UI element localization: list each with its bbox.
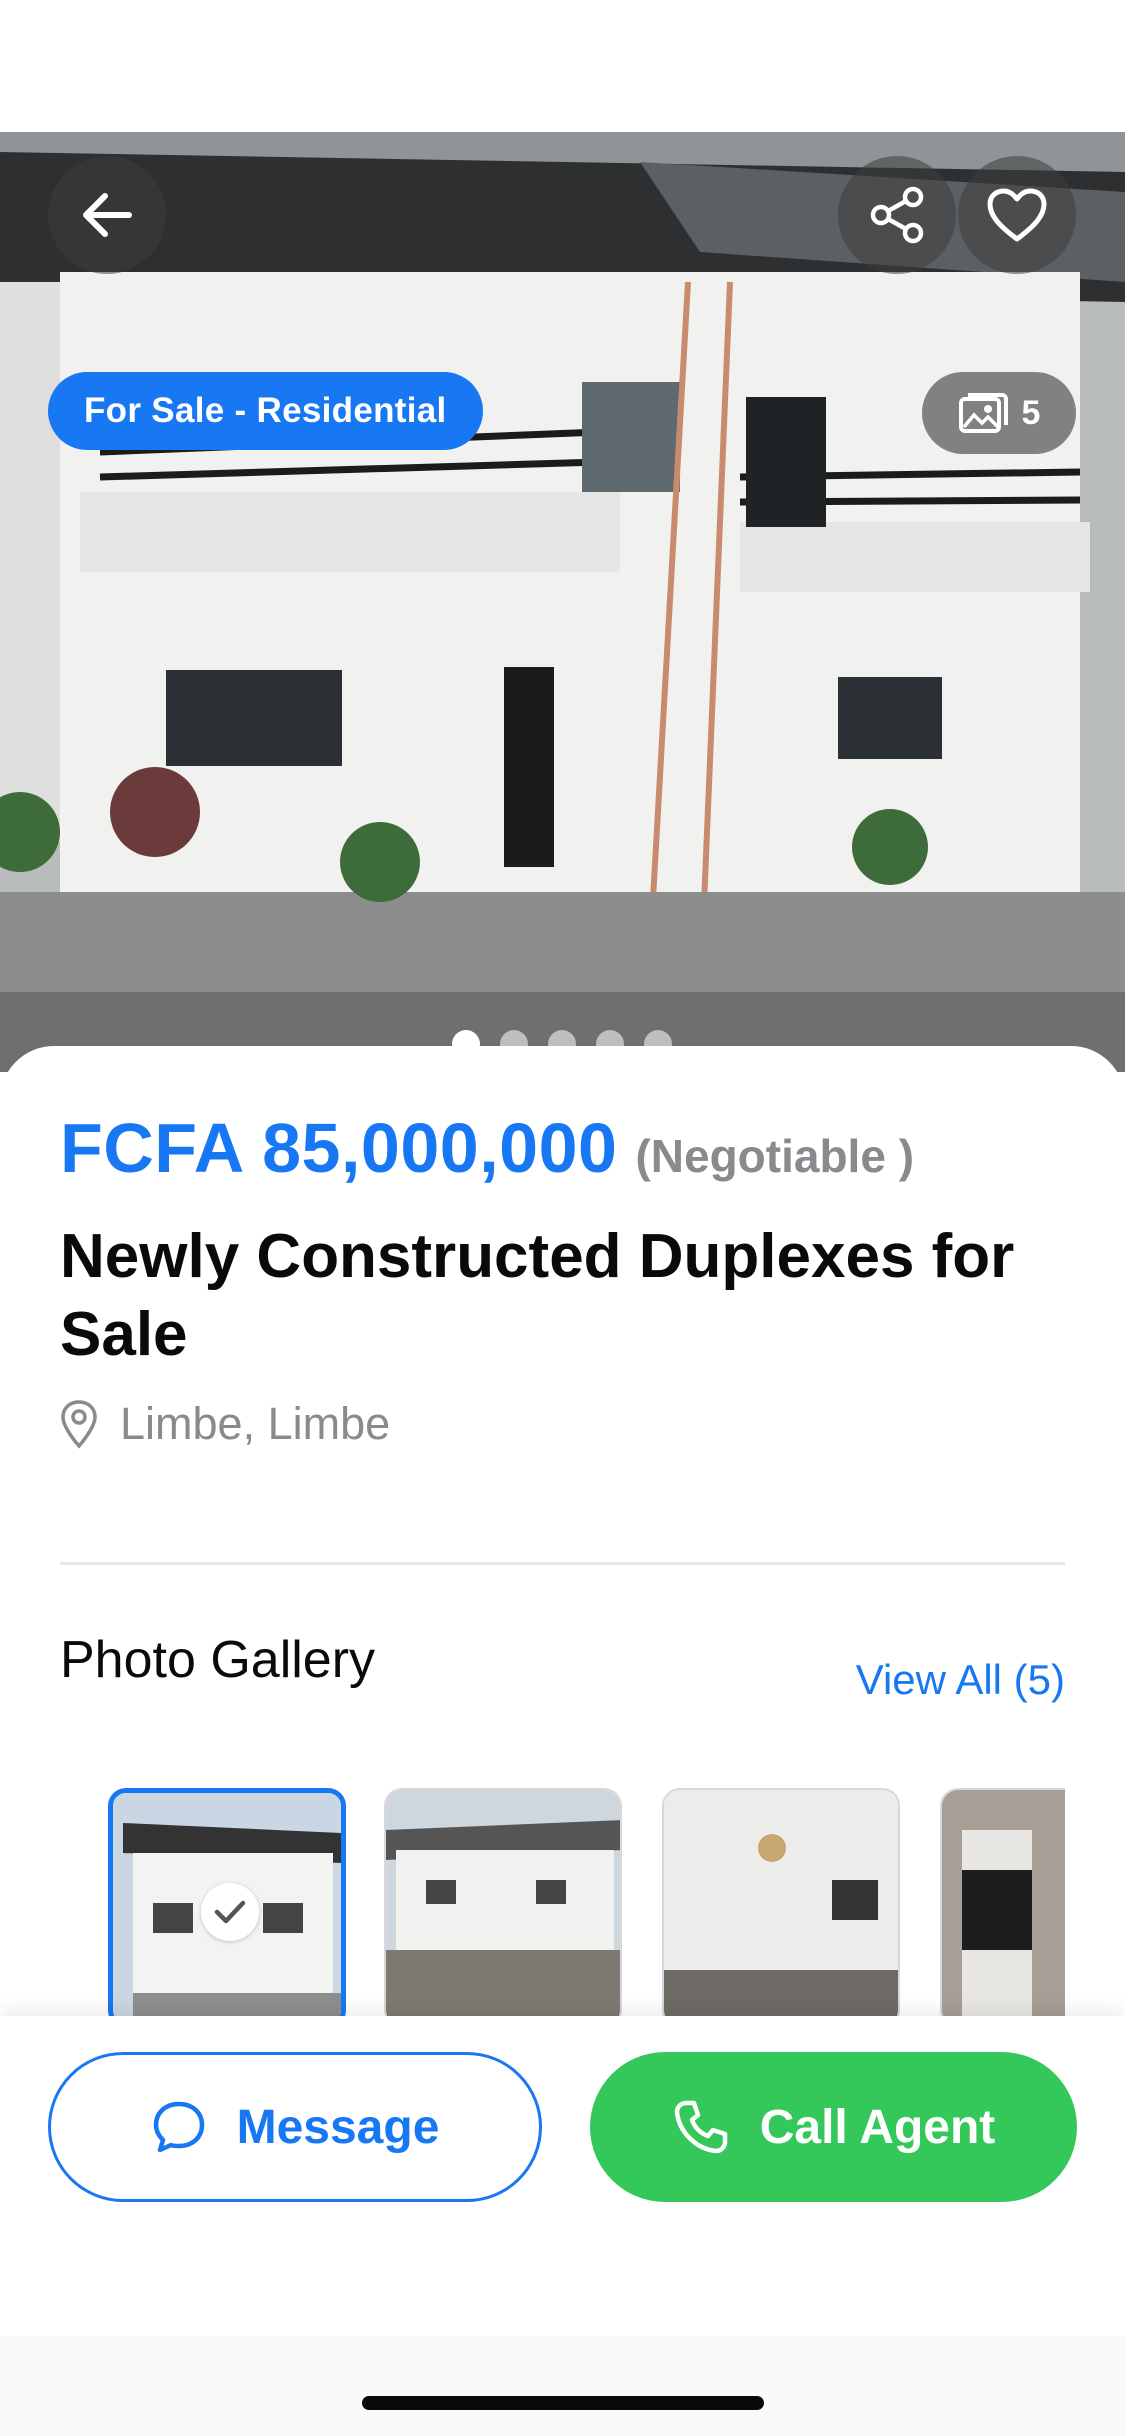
gallery-thumbnail[interactable] — [384, 1788, 622, 2016]
back-button[interactable] — [48, 156, 166, 274]
selected-check — [201, 1883, 259, 1941]
call-agent-button[interactable]: Call Agent — [590, 2052, 1077, 2202]
share-button[interactable] — [838, 156, 956, 274]
call-agent-label: Call Agent — [759, 2100, 996, 2154]
listing-title: Newly Constructed Duplexes for Sale — [60, 1222, 1015, 1369]
phone-icon — [674, 2100, 727, 2154]
thumbnail-image — [386, 1790, 620, 2016]
share-icon — [870, 186, 924, 244]
message-button-label: Message — [236, 2100, 440, 2154]
home-indicator-area — [0, 2336, 1125, 2436]
location-pin-icon — [61, 1400, 97, 1449]
listing-type-badge: For Sale - Residential — [48, 372, 483, 450]
arrow-left-icon — [83, 193, 132, 237]
thumbnail-image — [664, 1790, 898, 2016]
heart-icon — [987, 188, 1047, 242]
thumbnail-image — [942, 1790, 1065, 2016]
home-indicator[interactable] — [362, 2396, 764, 2410]
listing-price: FCFA 85,000,000 — [60, 1109, 618, 1187]
checkmark-icon — [214, 1900, 246, 1924]
price-row: FCFA 85,000,000 (Negotiable ) — [60, 1108, 914, 1188]
message-button[interactable]: Message — [48, 2052, 542, 2202]
photo-gallery-strip[interactable] — [108, 1788, 1065, 2016]
hero-photo[interactable] — [0, 132, 1125, 1072]
gallery-thumbnail[interactable] — [662, 1788, 900, 2016]
chat-bubble-icon — [153, 2101, 204, 2153]
hero-house-illustration — [0, 132, 1125, 1072]
location-text: Limbe, Limbe — [120, 1398, 391, 1449]
photo-count-label: 5 — [1021, 393, 1041, 432]
status-bar — [0, 0, 1125, 132]
listing-location: Limbe, Limbe — [60, 1398, 390, 1450]
photo-count-button[interactable]: 5 — [922, 372, 1076, 454]
divider — [60, 1562, 1065, 1565]
image-icon — [958, 393, 1008, 433]
gallery-thumbnail[interactable] — [108, 1788, 346, 2016]
view-all-photos-link[interactable]: View All (5) — [856, 1656, 1065, 1704]
photo-gallery-heading: Photo Gallery — [60, 1631, 376, 1689]
negotiable-label: (Negotiable ) — [635, 1130, 915, 1182]
favorite-button[interactable] — [958, 156, 1076, 274]
gallery-thumbnail[interactable] — [940, 1788, 1065, 2016]
